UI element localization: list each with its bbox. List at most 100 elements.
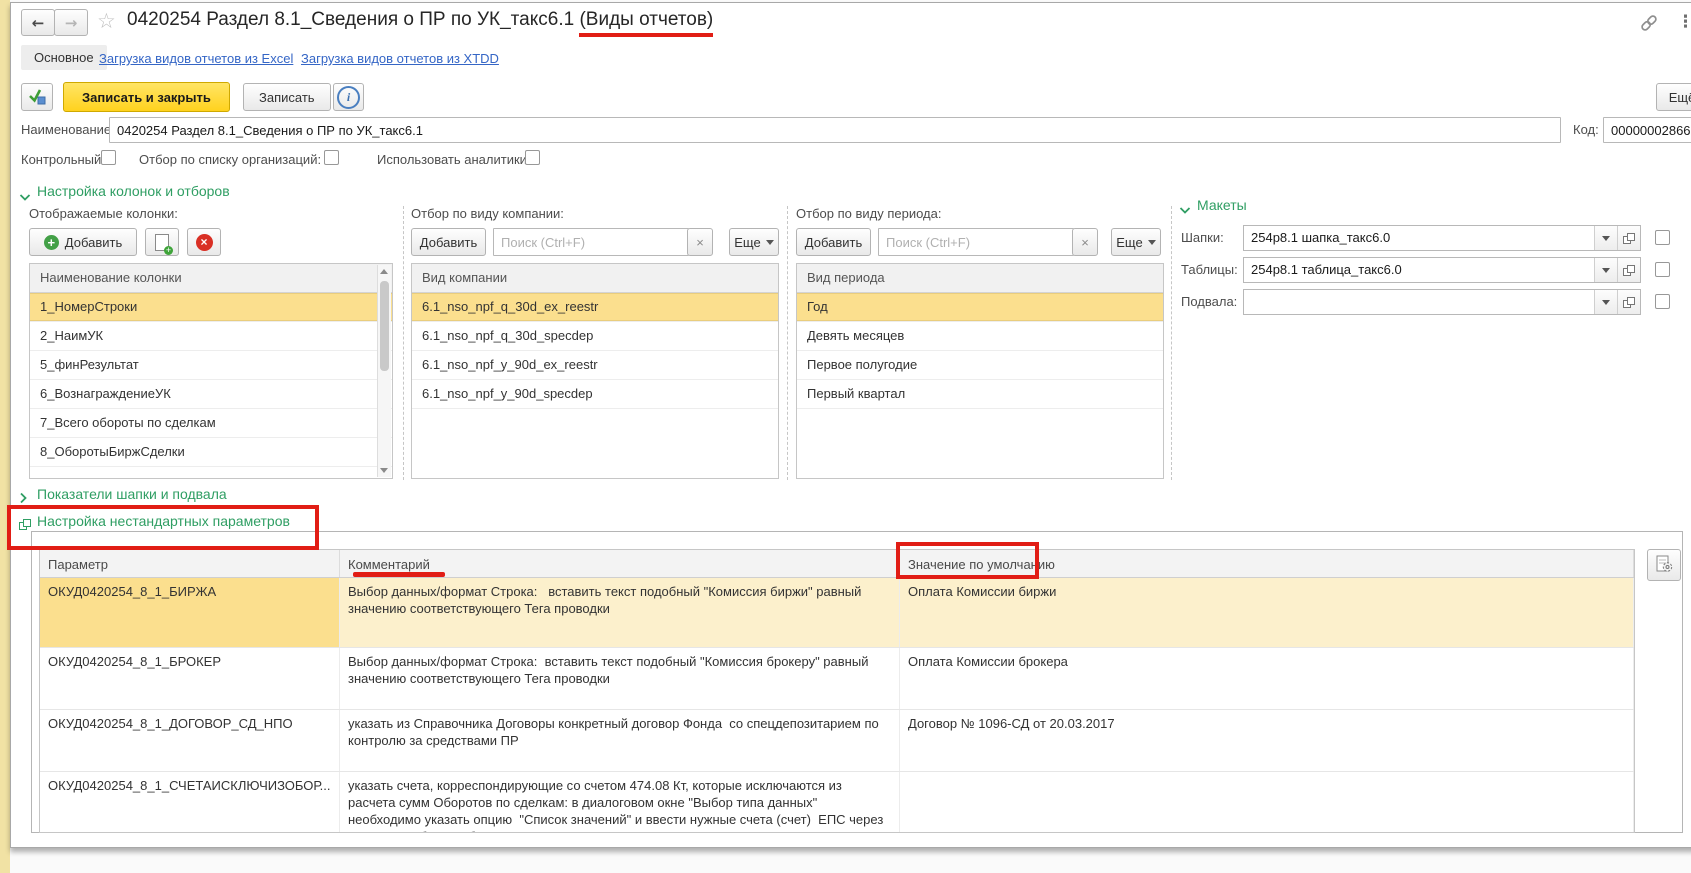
company-filter-more-button[interactable]: Еще (729, 228, 779, 256)
more-menu-icon[interactable]: ⋮ (1677, 12, 1691, 32)
default-value-cell[interactable]: Оплата Комиссии брокера (900, 648, 1634, 709)
header-footer-section-title[interactable]: Показатели шапки и подвала (37, 486, 227, 502)
comment-cell[interactable]: Выбор данных/формат Строка: вставить тек… (340, 648, 900, 709)
comment-cell[interactable]: указать счета, корреспондирующие со счет… (340, 772, 900, 832)
param-cell[interactable]: ОКУД0420254_8_1_ДОГОВОР_СД_НПО (40, 710, 340, 771)
default-value-cell[interactable]: Договор № 1096-СД от 20.03.2017 (900, 710, 1634, 771)
table-row[interactable]: ОКУД0420254_8_1_СЧЕТАИСКЛЮЧИЗОБОР... ука… (40, 772, 1634, 832)
list-item[interactable]: Год (797, 293, 1163, 322)
period-filter-search-input[interactable] (878, 228, 1074, 256)
displayed-columns-delete-button[interactable]: × (187, 228, 221, 256)
scrollbar[interactable] (377, 265, 391, 477)
params-settings-button[interactable] (1647, 549, 1681, 581)
list-item[interactable]: 2_НаимУК (30, 322, 392, 351)
layout-table-value[interactable]: 254р8.1 таблица_такс6.0 (1244, 258, 1594, 282)
change-history-button[interactable]: i (333, 83, 364, 111)
list-item[interactable]: 6_ВознаграждениеУК (30, 380, 392, 409)
layout-header-combo[interactable]: 254р8.1 шапка_такс6.0 (1243, 225, 1641, 251)
list-item[interactable]: 6.1_nso_npf_q_30d_specdep (412, 322, 778, 351)
layout-footer-checkbox[interactable] (1655, 294, 1670, 309)
layout-footer-open-button[interactable] (1617, 290, 1640, 314)
list-item[interactable]: 5_финРезультат (30, 351, 392, 380)
scroll-up-icon[interactable] (380, 269, 388, 274)
layout-table-combo[interactable]: 254р8.1 таблица_такс6.0 (1243, 257, 1641, 283)
company-list-header[interactable]: Вид компании (412, 264, 778, 293)
table-row[interactable]: ОКУД0420254_8_1_БИРЖА Выбор данных/форма… (40, 578, 1634, 648)
document-add-icon (155, 234, 169, 251)
control-flag-checkbox[interactable] (101, 150, 116, 165)
org-filter-flag-checkbox[interactable] (324, 150, 339, 165)
params-table: Параметр Комментарий Значение по умолчан… (39, 549, 1635, 833)
layout-footer-dropdown-button[interactable] (1594, 290, 1617, 314)
scrollbar-thumb[interactable] (380, 281, 389, 371)
period-list-header[interactable]: Вид периода (797, 264, 1163, 293)
header-footer-section-chevron-icon[interactable] (19, 491, 28, 509)
param-cell[interactable]: ОКУД0420254_8_1_СЧЕТАИСКЛЮЧИЗОБОР... (40, 772, 340, 832)
save-button[interactable]: Записать (243, 83, 331, 111)
panel-separator[interactable] (403, 206, 404, 480)
list-item[interactable]: 1_НомерСтроки (30, 293, 392, 322)
scroll-down-icon[interactable] (380, 468, 388, 473)
company-filter-add-button[interactable]: Добавить (411, 228, 486, 256)
layout-table-open-button[interactable] (1617, 258, 1640, 282)
check-cube-icon (27, 86, 47, 109)
layout-header-value[interactable]: 254р8.1 шапка_такс6.0 (1244, 226, 1594, 250)
link-load-from-excel[interactable]: Загрузка видов отчетов из Excel (99, 51, 293, 66)
list-item[interactable]: 6.1_nso_npf_y_90d_ex_reestr (412, 351, 778, 380)
col-header-default[interactable]: Значение по умолчанию (900, 550, 1634, 577)
col-header-param[interactable]: Параметр (40, 550, 340, 577)
use-analytics-flag-checkbox[interactable] (525, 150, 540, 165)
param-cell[interactable]: ОКУД0420254_8_1_БРОКЕР (40, 648, 340, 709)
layout-table-label: Таблицы: (1181, 262, 1238, 277)
list-item[interactable]: 6.1_nso_npf_y_90d_specdep (412, 380, 778, 409)
more-actions-button[interactable]: Ещё (1656, 83, 1691, 111)
layout-header-checkbox[interactable] (1655, 230, 1670, 245)
list-item[interactable]: 8_ОборотыБиржСделки (30, 438, 392, 467)
panel-separator[interactable] (1171, 206, 1172, 480)
default-value-cell[interactable] (900, 772, 1634, 832)
code-input[interactable] (1603, 117, 1691, 143)
get-link-icon[interactable] (1638, 12, 1660, 39)
layout-footer-value[interactable] (1244, 290, 1594, 314)
link-load-from-xtdd[interactable]: Загрузка видов отчетов из XTDD (301, 51, 499, 66)
panel-separator[interactable] (787, 206, 788, 480)
custom-params-section-title[interactable]: Настройка нестандартных параметров (37, 513, 290, 529)
default-value-cell[interactable]: Оплата Комиссии биржи (900, 578, 1634, 647)
layouts-section-chevron-icon[interactable] (1179, 202, 1191, 220)
displayed-columns-copy-button[interactable] (145, 228, 179, 256)
custom-params-popout-icon[interactable] (19, 519, 31, 530)
company-filter-search-clear-button[interactable]: × (687, 228, 713, 256)
layout-footer-combo[interactable] (1243, 289, 1641, 315)
name-input[interactable] (109, 117, 1561, 143)
forward-button[interactable]: → (54, 9, 88, 36)
table-row[interactable]: ОКУД0420254_8_1_ДОГОВОР_СД_НПО указать и… (40, 710, 1634, 772)
list-item[interactable]: Первый квартал (797, 380, 1163, 409)
favorite-star-icon[interactable]: ☆ (97, 9, 116, 33)
layout-header-open-button[interactable] (1617, 226, 1640, 250)
comment-cell[interactable]: Выбор данных/формат Строка: вставить тек… (340, 578, 900, 647)
save-and-close-button[interactable]: Записать и закрыть (63, 82, 230, 112)
layout-table-dropdown-button[interactable] (1594, 258, 1617, 282)
list-item[interactable]: Первое полугодие (797, 351, 1163, 380)
layout-table-checkbox[interactable] (1655, 262, 1670, 277)
list-item[interactable]: Девять месяцев (797, 322, 1163, 351)
list-item[interactable]: 6.1_nso_npf_q_30d_ex_reestr (412, 293, 778, 322)
company-filter-search-input[interactable] (493, 228, 689, 256)
layouts-section-title[interactable]: Макеты (1197, 197, 1247, 213)
period-filter-more-button[interactable]: Еще (1111, 228, 1161, 256)
period-filter-add-button[interactable]: Добавить (796, 228, 871, 256)
layout-header-dropdown-button[interactable] (1594, 226, 1617, 250)
displayed-columns-add-button[interactable]: + Добавить (29, 228, 137, 256)
tab-main[interactable]: Основное (21, 45, 107, 70)
comment-cell[interactable]: указать из Справочника Договоры конкретн… (340, 710, 900, 771)
displayed-columns-list-header[interactable]: Наименование колонки (30, 264, 392, 293)
write-object-button[interactable] (21, 83, 53, 111)
columns-section-title[interactable]: Настройка колонок и отборов (37, 183, 230, 199)
columns-section-chevron-icon[interactable] (19, 189, 31, 207)
back-button[interactable]: ← (21, 9, 55, 36)
param-cell[interactable]: ОКУД0420254_8_1_БИРЖА (40, 578, 340, 647)
table-row[interactable]: ОКУД0420254_8_1_БРОКЕР Выбор данных/форм… (40, 648, 1634, 710)
col-header-comment[interactable]: Комментарий (340, 550, 900, 577)
period-filter-search-clear-button[interactable]: × (1072, 228, 1098, 256)
list-item[interactable]: 7_Всего обороты по сделкам (30, 409, 392, 438)
